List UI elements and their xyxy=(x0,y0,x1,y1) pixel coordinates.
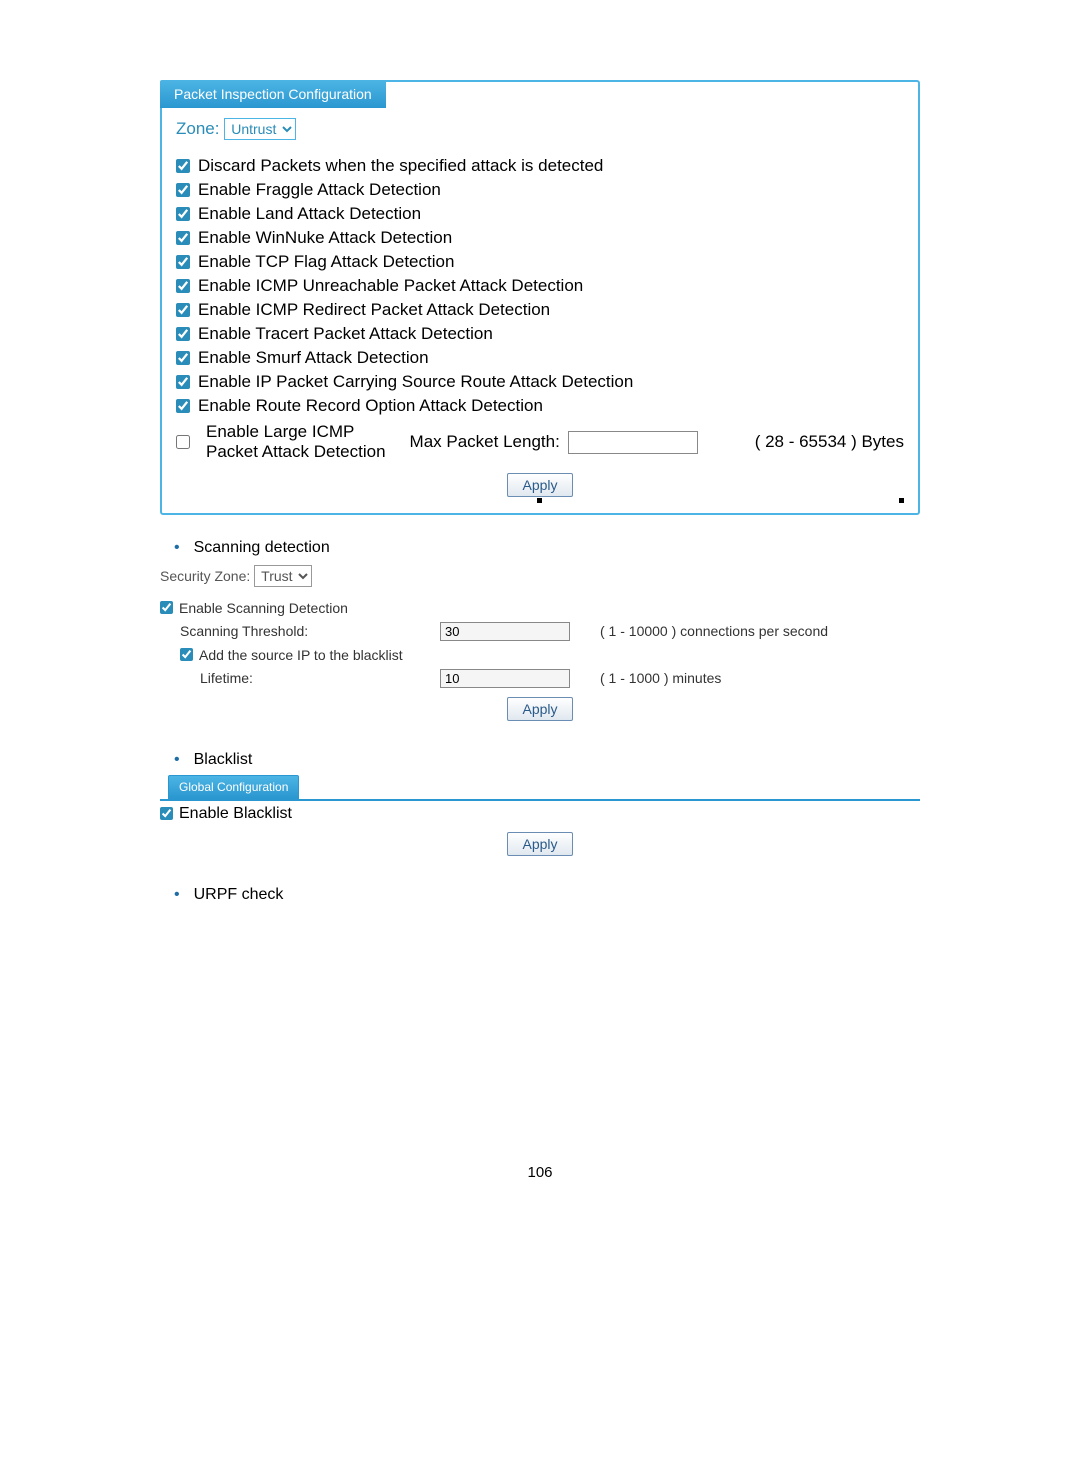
pi-option-label: Enable WinNuke Attack Detection xyxy=(198,228,452,248)
pi-option-checkbox[interactable] xyxy=(176,183,190,197)
pi-option-label: Discard Packets when the specified attac… xyxy=(198,156,603,176)
scanning-threshold-range: ( 1 - 10000 ) connections per second xyxy=(600,623,828,639)
zone-label: Zone: xyxy=(176,119,219,138)
blacklist-source-label: Add the source IP to the blacklist xyxy=(199,647,459,663)
lifetime-input[interactable] xyxy=(440,669,570,688)
scanning-threshold-row: Scanning Threshold: ( 1 - 10000 ) connec… xyxy=(160,619,920,644)
pi-option-label: Enable Land Attack Detection xyxy=(198,204,421,224)
scanning-options: Enable Scanning Detection Scanning Thres… xyxy=(160,597,920,727)
pi-option-row: Enable Fraggle Attack Detection xyxy=(176,178,904,202)
max-packet-length-range: ( 28 - 65534 ) Bytes xyxy=(755,432,904,452)
large-icmp-label: Enable Large ICMP Packet Attack Detectio… xyxy=(206,422,386,463)
apply-row: Apply xyxy=(176,467,904,503)
security-zone-row: Security Zone: Trust xyxy=(160,565,920,587)
packet-inspection-panel: Packet Inspection Configuration Zone: Un… xyxy=(160,80,920,515)
pi-option-row: Discard Packets when the specified attac… xyxy=(176,154,904,178)
pi-option-label: Enable Tracert Packet Attack Detection xyxy=(198,324,493,344)
scanning-threshold-label: Scanning Threshold: xyxy=(180,623,440,639)
blacklist-apply-button[interactable]: Apply xyxy=(507,832,572,856)
scanning-section: Scanning detection xyxy=(160,539,920,557)
pi-option-checkbox[interactable] xyxy=(176,231,190,245)
zone-row: Zone: Untrust xyxy=(176,118,904,140)
pi-option-checkbox[interactable] xyxy=(176,375,190,389)
pi-option-row: Enable Tracert Packet Attack Detection xyxy=(176,322,904,346)
pi-option-checkbox[interactable] xyxy=(176,255,190,269)
zone-select[interactable]: Untrust xyxy=(224,118,296,140)
pi-option-row: Enable ICMP Redirect Packet Attack Detec… xyxy=(176,298,904,322)
security-zone-select[interactable]: Trust xyxy=(254,565,312,587)
pi-option-checkbox[interactable] xyxy=(176,351,190,365)
pi-option-label: Enable IP Packet Carrying Source Route A… xyxy=(198,372,633,392)
pi-option-label: Enable ICMP Redirect Packet Attack Detec… xyxy=(198,300,550,320)
pi-option-row: Enable Land Attack Detection xyxy=(176,202,904,226)
pi-option-label: Enable Route Record Option Attack Detect… xyxy=(198,396,543,416)
urpf-heading: URPF check xyxy=(174,886,920,904)
enable-blacklist-row: Enable Blacklist xyxy=(160,801,920,826)
pi-option-row: Enable Smurf Attack Detection xyxy=(176,346,904,370)
pi-option-checkbox[interactable] xyxy=(176,279,190,293)
blacklist-section: Blacklist xyxy=(160,751,920,769)
pi-option-label: Enable Smurf Attack Detection xyxy=(198,348,429,368)
pi-option-checkbox[interactable] xyxy=(176,159,190,173)
scanning-heading: Scanning detection xyxy=(174,539,920,557)
blacklist-panel-wrap: Global Configuration Enable Blacklist Ap… xyxy=(160,777,920,862)
pi-option-row: Enable IP Packet Carrying Source Route A… xyxy=(176,370,904,394)
page-number: 106 xyxy=(160,1164,920,1181)
security-zone-label: Security Zone: xyxy=(160,568,250,584)
pi-option-label: Enable ICMP Unreachable Packet Attack De… xyxy=(198,276,583,296)
scanning-apply-row: Apply xyxy=(160,691,920,727)
apply-button[interactable]: Apply xyxy=(507,473,572,497)
max-packet-length-input[interactable] xyxy=(568,431,698,454)
pi-option-row: Enable Route Record Option Attack Detect… xyxy=(176,394,904,418)
pi-option-row: Enable ICMP Unreachable Packet Attack De… xyxy=(176,274,904,298)
scanning-threshold-input[interactable] xyxy=(440,622,570,641)
pi-option-row: Enable WinNuke Attack Detection xyxy=(176,226,904,250)
enable-blacklist-checkbox[interactable] xyxy=(160,807,173,820)
pi-option-row: Enable TCP Flag Attack Detection xyxy=(176,250,904,274)
pi-option-checkbox[interactable] xyxy=(176,399,190,413)
lifetime-label: Lifetime: xyxy=(200,670,440,686)
pi-option-checkbox[interactable] xyxy=(176,303,190,317)
blacklist-heading: Blacklist xyxy=(174,751,920,769)
lifetime-row: Lifetime: ( 1 - 1000 ) minutes xyxy=(160,666,920,691)
pi-option-checkbox[interactable] xyxy=(176,207,190,221)
scanning-apply-button[interactable]: Apply xyxy=(507,697,572,721)
enable-scanning-checkbox[interactable] xyxy=(160,601,173,614)
urpf-section: URPF check xyxy=(160,886,920,904)
blacklist-source-checkbox[interactable] xyxy=(180,648,193,661)
blacklist-source-row: Add the source IP to the blacklist xyxy=(160,644,920,666)
large-icmp-checkbox[interactable] xyxy=(176,435,190,449)
pi-option-label: Enable Fraggle Attack Detection xyxy=(198,180,441,200)
global-config-tab: Global Configuration xyxy=(168,775,299,799)
enable-scanning-row: Enable Scanning Detection xyxy=(160,597,920,619)
enable-scanning-label: Enable Scanning Detection xyxy=(179,600,439,616)
max-packet-length-label: Max Packet Length: xyxy=(410,432,560,452)
packet-inspection-options: Discard Packets when the specified attac… xyxy=(176,154,904,418)
blacklist-apply-row: Apply xyxy=(160,826,920,862)
pi-option-label: Enable TCP Flag Attack Detection xyxy=(198,252,454,272)
pi-option-checkbox[interactable] xyxy=(176,327,190,341)
packet-inspection-tab: Packet Inspection Configuration xyxy=(160,80,386,108)
large-icmp-row: Enable Large ICMP Packet Attack Detectio… xyxy=(176,418,904,467)
lifetime-range: ( 1 - 1000 ) minutes xyxy=(600,670,721,686)
enable-blacklist-label: Enable Blacklist xyxy=(179,805,292,823)
